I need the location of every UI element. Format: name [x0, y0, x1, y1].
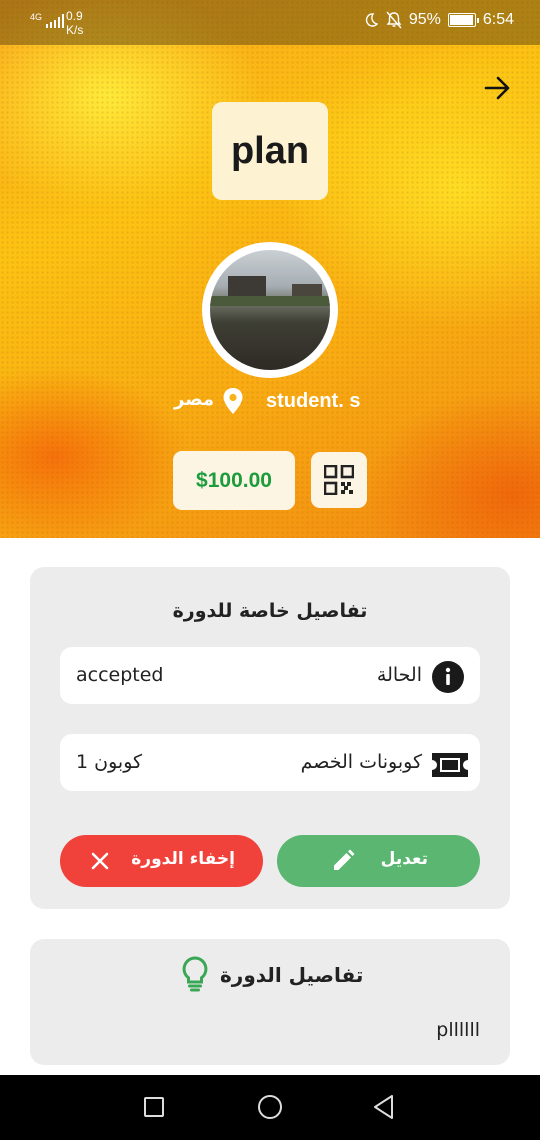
location-pin-icon: [223, 388, 243, 414]
hide-course-label: إخفاء الدورة: [131, 849, 235, 869]
edit-button[interactable]: تعديل: [277, 835, 480, 887]
special-details-title: تفاصيل خاصة للدورة: [172, 600, 368, 622]
battery-icon: [447, 13, 479, 27]
back-arrow-icon[interactable]: [484, 75, 512, 101]
qr-code-button[interactable]: [311, 452, 367, 508]
lightbulb-icon: [182, 956, 208, 992]
balance-badge: $100.00: [173, 451, 295, 510]
status-row: الحالة accepted: [60, 647, 480, 704]
student-name: student. s: [266, 390, 361, 412]
info-icon: [432, 661, 464, 693]
home-button[interactable]: [258, 1095, 282, 1119]
status-bar: 4G 0.9 K/s 95% 6:54: [0, 0, 540, 45]
status-label: الحالة: [376, 664, 422, 686]
edit-label: تعديل: [380, 849, 428, 869]
course-details-text: pllllll: [436, 1019, 480, 1041]
battery-percent: 95%: [408, 11, 441, 28]
ticket-icon: [432, 753, 468, 777]
pencil-icon: [334, 849, 355, 870]
network-speed: 0.9 K/s: [66, 9, 84, 37]
course-details-card: تفاصيل الدورة pllllll: [30, 939, 510, 1065]
moon-icon: [365, 13, 379, 27]
special-details-card: تفاصيل خاصة للدورة الحالة accepted كوبون…: [30, 567, 510, 909]
network-type: 4G: [30, 12, 43, 22]
hide-course-button[interactable]: إخفاء الدورة: [60, 835, 263, 887]
coupons-label: كوبونات الخصم: [300, 751, 422, 773]
course-details-title: تفاصيل الدورة: [220, 963, 364, 987]
coupons-value: 1 كوبون: [76, 751, 143, 773]
signal-icon: [46, 14, 64, 28]
app-logo: plan: [212, 102, 328, 200]
system-nav-bar: [0, 1075, 540, 1140]
coupons-row[interactable]: كوبونات الخصم 1 كوبون: [60, 734, 480, 791]
avatar[interactable]: [202, 242, 338, 378]
nav-back-icon[interactable]: [372, 1094, 396, 1120]
avatar-photo: [210, 250, 330, 370]
recents-button[interactable]: [144, 1097, 164, 1117]
student-info: مصر student. s: [170, 386, 380, 416]
location-label: مصر: [174, 389, 215, 410]
close-icon: [91, 852, 109, 870]
status-value: accepted: [76, 664, 164, 686]
clock: 6:54: [482, 11, 514, 28]
qr-code-icon: [324, 465, 354, 495]
bell-muted-icon: [386, 11, 402, 29]
